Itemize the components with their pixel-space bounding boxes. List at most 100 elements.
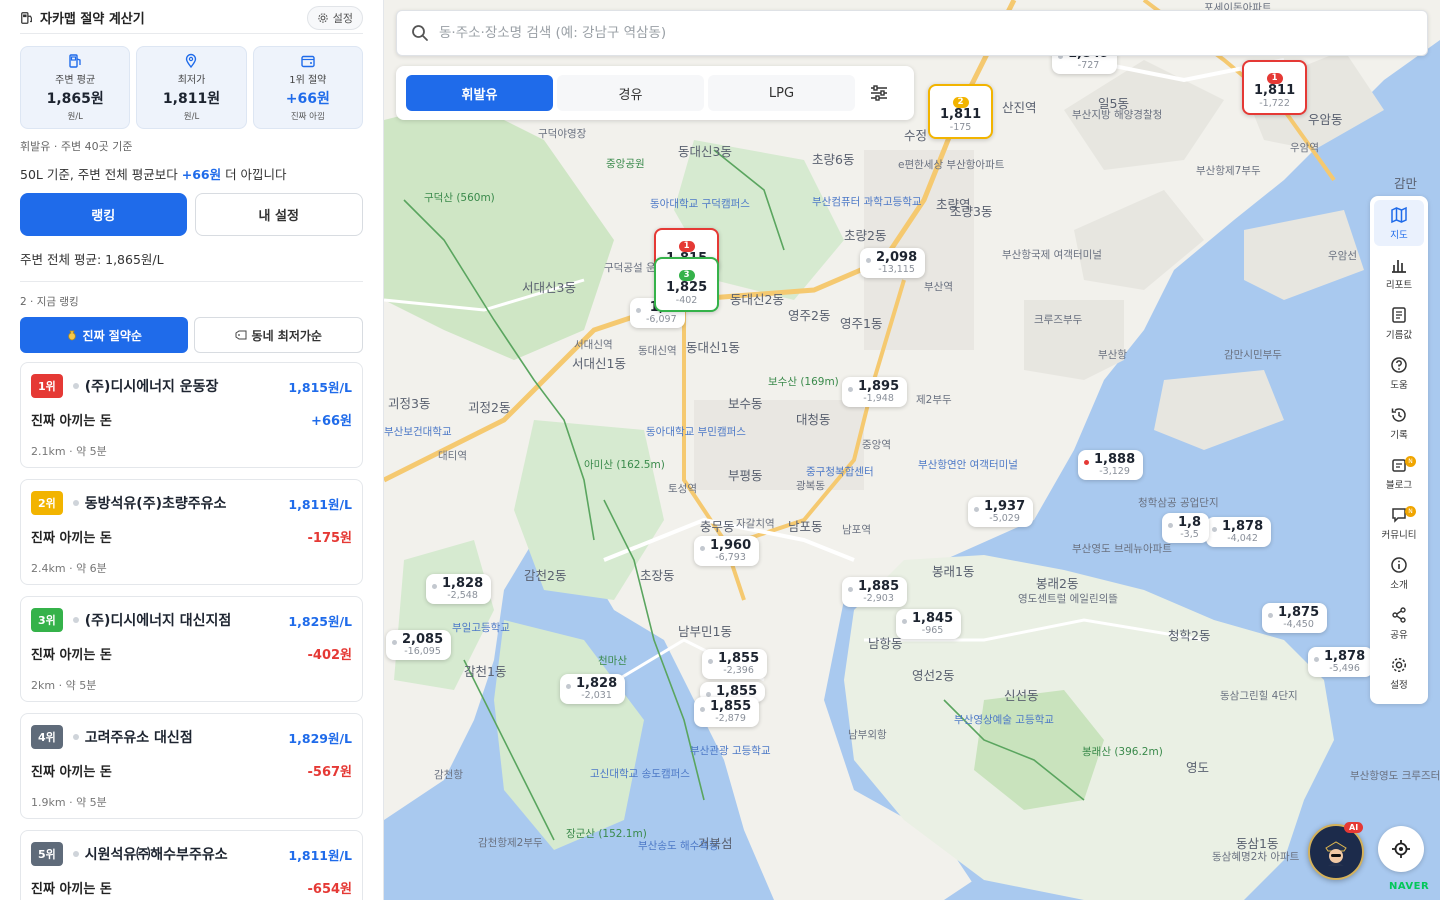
card-saving-row: 진짜 아끼는 돈 -175원 [31, 527, 352, 546]
info-post: 더 아낍니다 [221, 167, 287, 182]
price-marker[interactable]: 1,895 -1,948 [842, 377, 908, 407]
place-label: 청학삼공 공업단지 [1138, 497, 1219, 509]
place-label: 봉래2동 [1036, 576, 1079, 591]
place-label: 동대신2동 [730, 292, 784, 307]
marker-diff: -1,722 [1259, 97, 1290, 109]
marker-price: 1,845 [912, 611, 954, 626]
ranking-card[interactable]: 2위 동방석유(주)초량주유소 1,811원/L 진짜 아끼는 돈 -175원 … [20, 479, 363, 585]
ranking-card[interactable]: 4위 고려주유소 대신점 1,829원/L 진짜 아끼는 돈 -567원 1.9… [20, 713, 363, 819]
search-input[interactable] [439, 25, 1427, 41]
place-label: 크루즈부두 [1034, 314, 1083, 326]
sliders-icon [871, 85, 887, 101]
place-label: 영선2동 [912, 668, 955, 683]
divider [20, 281, 363, 282]
card-header: 4위 고려주유소 대신점 1,829원/L [31, 725, 352, 749]
price-marker[interactable]: 1,937 -5,029 [968, 497, 1034, 527]
price-marker[interactable]: 1,845 -965 [896, 609, 962, 639]
marker-diff: -3,5 [1180, 528, 1199, 540]
ranking-card[interactable]: 5위 시원석유㈜해수부주유소 1,811원/L 진짜 아끼는 돈 -654원 [20, 830, 363, 900]
toolbar-settings[interactable]: 설정 [1370, 650, 1428, 696]
sort-cheapest-button[interactable]: 동네 최저가순 [193, 317, 363, 353]
section-label: 2 · 지금 랭킹 [20, 296, 79, 308]
ranking-card[interactable]: 3위 (주)디시에너지 대신지점 1,825원/L 진짜 아끼는 돈 -402원… [20, 596, 363, 702]
saving-value: -567원 [307, 765, 353, 780]
my-location-button[interactable] [1378, 826, 1424, 872]
toolbar-community[interactable]: 커뮤니티 N [1370, 500, 1428, 546]
station-price: 1,815원/L [288, 379, 352, 395]
place-label: 산진역 [1002, 100, 1037, 115]
place-label: 부산항 [1098, 349, 1127, 361]
ranking-button[interactable]: 랭킹 [20, 193, 187, 236]
rank-badge: 1위 [31, 374, 63, 398]
place-label: 감천1동 [464, 664, 507, 679]
place-label: 중앙공원 [606, 158, 645, 170]
toolbar-fuel-price[interactable]: 기름값 [1370, 300, 1428, 346]
saving-value: -402원 [307, 648, 353, 663]
card-saving-row: 진짜 아끼는 돈 -654원 [31, 878, 352, 897]
place-label: 동삼그린힐 4단지 [1220, 690, 1298, 702]
place-label: 서대신역 [574, 339, 613, 351]
price-marker[interactable]: 1,828 -2,548 [426, 574, 492, 604]
place-label: 영도센트럴 에일린의뜰 [1018, 593, 1118, 605]
tab-diesel[interactable]: 경유 [557, 75, 704, 111]
place-label: 보수산 (169m) [768, 376, 839, 388]
status-dot [72, 734, 79, 740]
place-label: 남부외항 [848, 729, 887, 741]
top-station-marker[interactable]: 2 1,811 -175 [928, 84, 994, 140]
tab-gasoline[interactable]: 휘발유 [406, 75, 553, 111]
stat-value: 1,865원 [46, 91, 104, 107]
price-marker[interactable]: 1,828 -2,031 [560, 674, 626, 704]
history-icon [1391, 407, 1406, 422]
toolbar-blog[interactable]: 블로그 N [1370, 450, 1428, 496]
my-settings-button[interactable]: 내 설정 [194, 193, 363, 236]
top-station-marker[interactable]: 1 1,811 -1,722 [1242, 60, 1308, 116]
marker-price: 1,825 [666, 280, 708, 296]
price-marker[interactable]: 1,855 -2,396 [702, 649, 768, 679]
crosshair-icon [1392, 840, 1410, 858]
toolbar-label: 리포트 [1385, 279, 1413, 291]
price-marker[interactable]: 1,855 -2,879 [694, 697, 760, 727]
sort-label: 진짜 절약순 [82, 328, 142, 343]
rank-badge: 5위 [31, 842, 63, 866]
settings-button[interactable]: 설정 [306, 5, 363, 30]
price-marker[interactable]: 1,878 -5,496 [1308, 647, 1374, 677]
top-station-marker[interactable]: 3 1,825 -402 [654, 257, 720, 313]
marker-price: 1,875 [1278, 605, 1320, 620]
marker-price: 1,828 [576, 676, 618, 691]
toolbar-help[interactable]: 도움 [1370, 350, 1428, 396]
toolbar-history[interactable]: 기록 [1370, 400, 1428, 446]
saving-label: 진짜 아끼는 돈 [31, 414, 112, 429]
marker-diff: -13,115 [878, 263, 915, 275]
marker-price: 1,960 [710, 538, 752, 553]
search-bar[interactable] [396, 10, 1428, 56]
toolbar-report[interactable]: 리포트 [1370, 250, 1428, 296]
price-marker[interactable]: 1,8 -3,5 [1162, 513, 1210, 543]
toolbar-map[interactable]: 지도 [1374, 200, 1424, 246]
price-marker[interactable]: 1,875 -4,450 [1262, 603, 1328, 633]
price-marker[interactable]: 1,888 -3,129 [1078, 450, 1144, 480]
place-label: 괴정2동 [468, 400, 511, 415]
marker-diff: -1,948 [863, 392, 894, 404]
panel-header: 자카맵 절약 계산기 설정 [20, 5, 363, 34]
stat-unit: 원/L [67, 112, 83, 122]
rank-badge: 4위 [31, 725, 63, 749]
receipt-icon [1392, 306, 1406, 323]
card-header: 1위 (주)디시에너지 운동장 1,815원/L [31, 374, 352, 398]
place-label: 동대신1동 [686, 340, 740, 355]
place-label: 서대신3동 [522, 280, 576, 295]
place-label: 부산영도 브레뉴아파트 [1072, 543, 1172, 555]
price-marker[interactable]: 2,085 -16,095 [386, 630, 452, 660]
toolbar-about[interactable]: 소개 [1370, 550, 1428, 596]
distance-meta: 2km · 약 5분 [31, 679, 97, 692]
sort-real-saving-button[interactable]: 진짜 절약순 [20, 317, 188, 353]
map-canvas[interactable]: 구덕야영장 동대신3동 초량6동 중앙공원 동아대학교 구덕캠퍼스 부산컴퓨터 … [384, 0, 1440, 900]
price-marker[interactable]: 1,960 -6,793 [694, 536, 760, 566]
tab-lpg[interactable]: LPG [708, 75, 855, 111]
price-marker[interactable]: 1,878 -4,042 [1206, 517, 1272, 547]
ranking-card[interactable]: 1위 (주)디시에너지 운동장 1,815원/L 진짜 아끼는 돈 +66원 2… [20, 362, 363, 468]
price-marker[interactable]: 1,885 -2,903 [842, 577, 908, 607]
toolbar-share[interactable]: 공유 [1370, 600, 1428, 646]
fuel-type-tabs: 휘발유 경유 LPG [396, 66, 914, 120]
filter-button[interactable] [859, 75, 899, 111]
price-marker[interactable]: 2,098 -13,115 [860, 248, 926, 278]
